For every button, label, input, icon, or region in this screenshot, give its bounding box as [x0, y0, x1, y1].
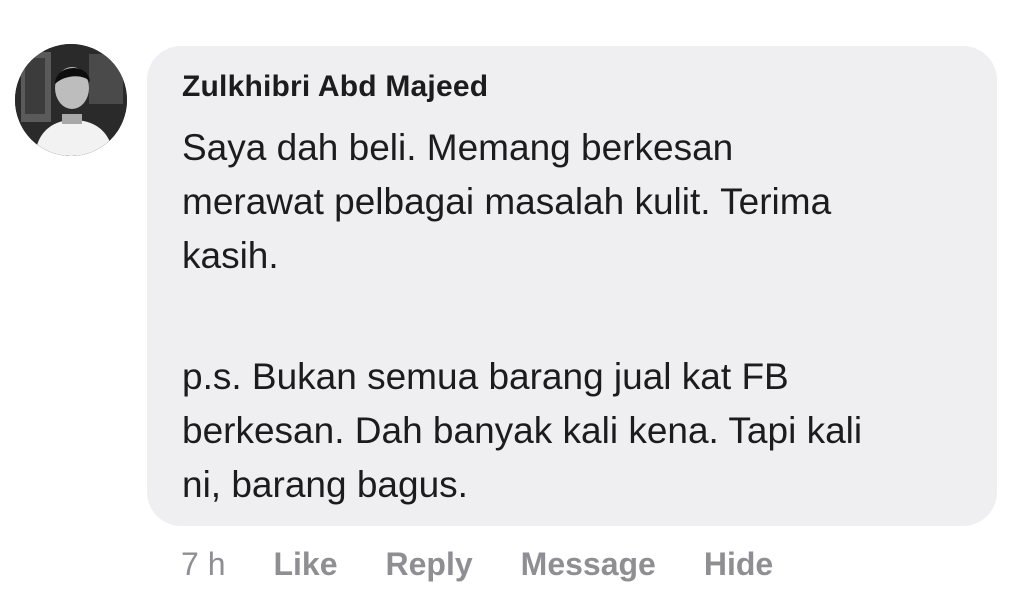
comment-author-name[interactable]: Zulkhibri Abd Majeed [182, 70, 488, 104]
comment-text-paragraph-2: p.s. Bukan semua barang jual kat FB berk… [182, 356, 863, 505]
comment-page: Zulkhibri Abd Majeed Saya dah beli. Mema… [0, 0, 1024, 596]
comment-actions-bar: 7 h Like Reply Message Hide [181, 544, 773, 584]
comment-text-paragraph-1: Saya dah beli. Memang berkesan merawat p… [182, 127, 832, 276]
reply-button[interactable]: Reply [386, 546, 473, 583]
message-button[interactable]: Message [521, 546, 656, 583]
like-button[interactable]: Like [273, 546, 337, 583]
comment-timestamp[interactable]: 7 h [181, 546, 225, 583]
avatar[interactable] [15, 44, 127, 156]
avatar-photo [15, 44, 127, 156]
hide-button[interactable]: Hide [704, 546, 773, 583]
